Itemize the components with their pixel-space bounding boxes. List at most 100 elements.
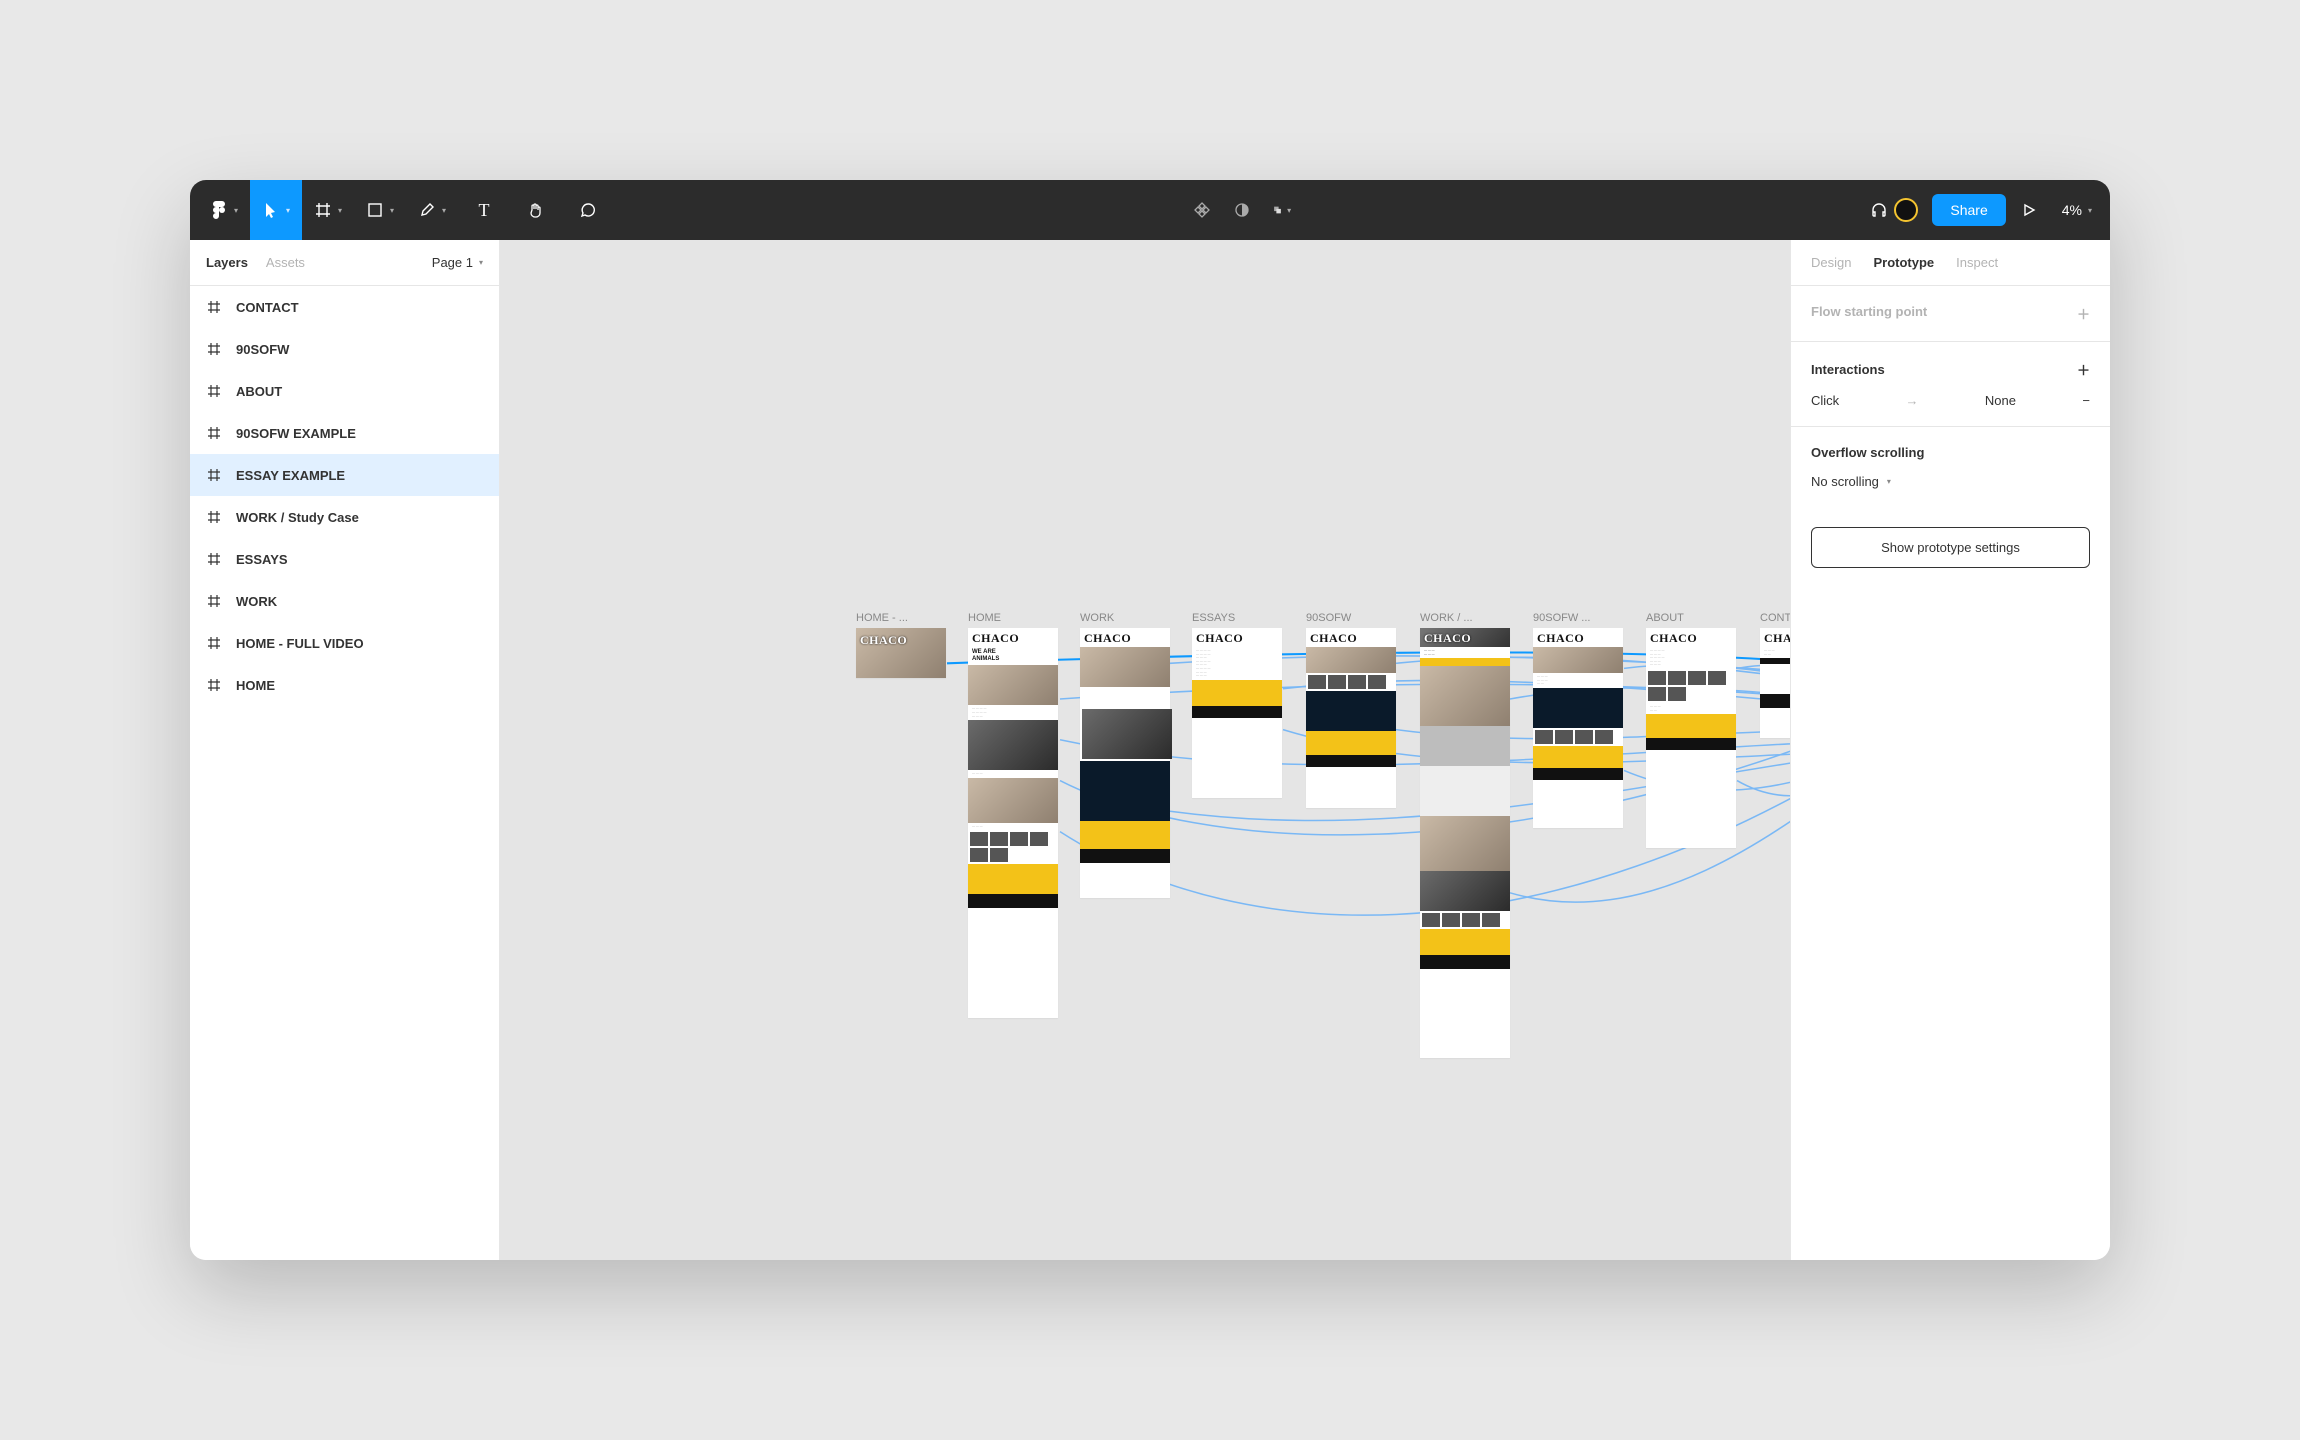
canvas-frame[interactable]: WORK / ... CHACO— — —— — —	[1420, 612, 1510, 1058]
frame-icon	[206, 383, 222, 399]
add-flow-button[interactable]: ＋	[2077, 304, 2090, 323]
canvas[interactable]: Flow 1 HOME - ... CHACO HOME CHACOWE ARE…	[500, 240, 1790, 1260]
frame-icon	[206, 551, 222, 567]
layer-name: 90SOFW EXAMPLE	[236, 426, 356, 441]
frame-icon	[206, 677, 222, 693]
page-selector-label: Page 1	[432, 255, 473, 270]
tab-inspect[interactable]: Inspect	[1956, 255, 1998, 270]
interaction-row[interactable]: Click → None −	[1811, 393, 2090, 408]
chevron-down-icon: ▾	[479, 258, 483, 267]
frame-label: ABOUT	[1646, 612, 1736, 624]
toolbar: ▾ ▾ ▾ ▾	[190, 180, 2110, 240]
layer-row[interactable]: 90SOFW EXAMPLE	[190, 412, 499, 454]
frame-label: WORK	[1080, 612, 1170, 624]
artboard[interactable]: CHACO— — —— — —— —	[1533, 628, 1623, 828]
move-tool-button[interactable]: ▾	[250, 180, 302, 240]
artboard[interactable]: CHACO— — — —— — — —— — —— — — —— — —— — …	[1192, 628, 1282, 798]
overflow-value: No scrolling	[1811, 474, 1879, 489]
figma-icon	[210, 201, 228, 219]
user-avatar	[1894, 198, 1918, 222]
flow-starting-point-section: Flow starting point ＋	[1791, 286, 2110, 342]
right-panel: Design Prototype Inspect Flow starting p…	[1790, 240, 2110, 1260]
share-button[interactable]: Share	[1932, 194, 2005, 226]
layer-row[interactable]: HOME	[190, 664, 499, 706]
layer-row[interactable]: ESSAY EXAMPLE	[190, 454, 499, 496]
left-panel-header: Layers Assets Page 1 ▾	[190, 240, 499, 286]
frame-label: ESSAYS	[1192, 612, 1282, 624]
layer-row[interactable]: WORK / Study Case	[190, 496, 499, 538]
toolbar-right: Share 4% ▾	[1870, 194, 2102, 226]
add-interaction-button[interactable]: ＋	[2077, 360, 2090, 379]
layer-name: WORK	[236, 594, 277, 609]
left-panel-tabs: Layers Assets	[206, 255, 305, 270]
tab-layers[interactable]: Layers	[206, 255, 248, 270]
present-icon[interactable]	[2020, 201, 2038, 219]
layer-name: WORK / Study Case	[236, 510, 359, 525]
avatars[interactable]	[1902, 198, 1918, 222]
tab-assets[interactable]: Assets	[266, 255, 305, 270]
tab-prototype[interactable]: Prototype	[1873, 255, 1934, 270]
shape-tool-button[interactable]: ▾	[354, 180, 406, 240]
artboard[interactable]: CHACO— — —— —	[1760, 628, 1790, 738]
canvas-frame[interactable]: 90SOFW CHACO	[1306, 612, 1396, 808]
layer-row[interactable]: ESSAYS	[190, 538, 499, 580]
overflow-select[interactable]: No scrolling ▾	[1811, 474, 2090, 489]
comment-tool-button[interactable]	[562, 180, 614, 240]
artboard[interactable]: CHACO— — — —— — —— — — —— — —— — —— — ——…	[1646, 628, 1736, 848]
canvas-frame[interactable]: CONTACT CHACO— — —— —	[1760, 612, 1790, 738]
mask-icon[interactable]	[1233, 201, 1251, 219]
pen-tool-button[interactable]: ▾	[406, 180, 458, 240]
frame-tool-button[interactable]: ▾	[302, 180, 354, 240]
tab-design[interactable]: Design	[1811, 255, 1851, 270]
remove-interaction-button[interactable]: −	[2082, 393, 2090, 408]
chevron-down-icon: ▾	[234, 206, 238, 215]
frame-icon	[206, 341, 222, 357]
toolbar-center: ▾	[614, 201, 1870, 219]
layer-row[interactable]: CONTACT	[190, 286, 499, 328]
layer-row[interactable]: WORK	[190, 580, 499, 622]
text-tool-button[interactable]: T	[458, 180, 510, 240]
flow-starting-point-label: Flow starting point	[1811, 304, 1927, 323]
artboard[interactable]: CHACOWE AREANIMALS— — — —— — — —— — —— —…	[968, 628, 1058, 1018]
page-selector[interactable]: Page 1 ▾	[432, 255, 483, 270]
frame-icon	[206, 467, 222, 483]
frame-icon	[206, 593, 222, 609]
frame-label: CONTACT	[1760, 612, 1790, 624]
app-window: ▾ ▾ ▾ ▾	[190, 180, 2110, 1260]
show-prototype-settings-button[interactable]: Show prototype settings	[1811, 527, 2090, 568]
chevron-down-icon: ▾	[390, 206, 394, 215]
artboard[interactable]: CHACO— — —— — —	[1420, 628, 1510, 1058]
layer-name: ESSAYS	[236, 552, 288, 567]
layer-row[interactable]: 90SOFW	[190, 328, 499, 370]
chevron-down-icon: ▾	[1887, 477, 1891, 486]
interaction-trigger: Click	[1811, 393, 1839, 408]
frame-icon	[206, 299, 222, 315]
canvas-frame[interactable]: 90SOFW ... CHACO— — —— — —— —	[1533, 612, 1623, 828]
headphones-icon[interactable]	[1870, 201, 1888, 219]
canvas-frame[interactable]: HOME CHACOWE AREANIMALS— — — —— — — —— —…	[968, 612, 1058, 1018]
component-icon[interactable]	[1193, 201, 1211, 219]
boolean-icon[interactable]: ▾	[1273, 201, 1291, 219]
zoom-control[interactable]: 4% ▾	[2062, 202, 2092, 218]
layer-name: 90SOFW	[236, 342, 289, 357]
rectangle-icon	[366, 201, 384, 219]
main-menu-button[interactable]: ▾	[198, 180, 250, 240]
frame-icon	[314, 201, 332, 219]
chevron-down-icon: ▾	[1287, 206, 1291, 215]
canvas-frame[interactable]: WORK CHACO	[1080, 612, 1170, 898]
frame-label: 90SOFW	[1306, 612, 1396, 624]
frame-label: HOME - ...	[856, 612, 946, 624]
artboard[interactable]: CHACO	[856, 628, 946, 678]
canvas-frame[interactable]: ESSAYS CHACO— — — —— — — —— — —— — — —— …	[1192, 612, 1282, 798]
layer-row[interactable]: HOME - FULL VIDEO	[190, 622, 499, 664]
canvas-frame[interactable]: ABOUT CHACO— — — —— — —— — — —— — —— — —…	[1646, 612, 1736, 848]
zoom-value: 4%	[2062, 202, 2082, 218]
layer-row[interactable]: ABOUT	[190, 370, 499, 412]
overflow-section: Overflow scrolling No scrolling ▾	[1791, 427, 2110, 507]
frame-label: HOME	[968, 612, 1058, 624]
frame-icon	[206, 635, 222, 651]
canvas-frame[interactable]: HOME - ... CHACO	[856, 612, 946, 678]
artboard[interactable]: CHACO	[1080, 628, 1170, 898]
artboard[interactable]: CHACO	[1306, 628, 1396, 808]
hand-tool-button[interactable]	[510, 180, 562, 240]
